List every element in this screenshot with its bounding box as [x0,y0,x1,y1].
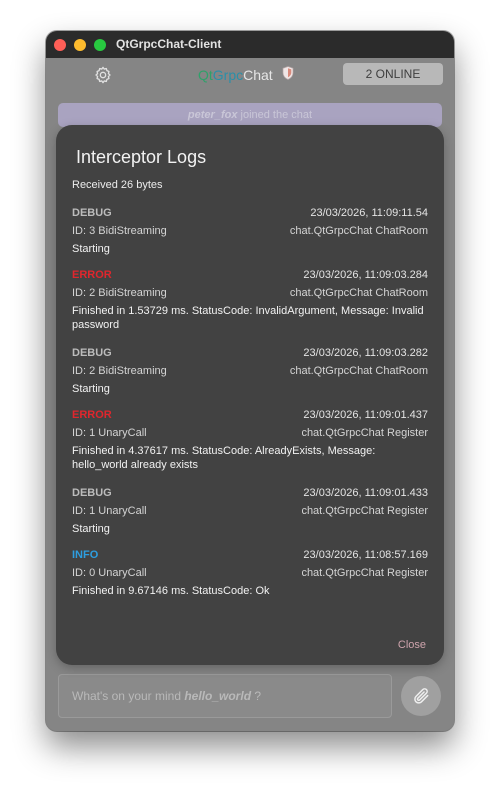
log-message: Finished in 1.53729 ms. StatusCode: Inva… [72,305,424,331]
log-level-label: INFO [72,549,99,561]
log-method: chat.QtGrpcChat Register [301,505,428,517]
log-message: Starting [72,383,110,395]
notice-user: peter_fox [187,109,238,121]
log-entry: INFO 23/03/2026, 11:08:57.169 ID: 0 UnaryC… [56,546,444,598]
log-call-id: ID: 2 BidiStreaming [72,365,167,377]
log-timestamp: 23/03/2026, 11:09:03.284 [303,269,428,281]
title-bar: QtGrpcChat-Client [46,31,454,58]
log-method: chat.QtGrpcChat ChatRoom [289,225,428,237]
log-level-label: DEBUG [72,347,112,359]
log-entry: DEBUG 23/03/2026, 11:09:11.54 ID: 3 BidiSt… [56,204,444,256]
notice-text: joined the chat [237,109,313,121]
log-method: chat.QtGrpcChat Register [301,567,428,579]
log-timestamp: 23/03/2026, 11:09:11.54 [310,207,428,219]
input-placeholder-prefix: What's on your mind [72,689,185,703]
log-partial-line: Received 26 bytes [72,179,163,191]
app-brand: QtGrpcChat [198,65,294,84]
minimize-window-button[interactable] [74,39,86,51]
log-call-id: ID: 3 BidiStreaming [72,225,167,237]
log-call-id: ID: 2 BidiStreaming [72,287,167,299]
log-method: chat.QtGrpcChat ChatRoom [289,365,428,377]
input-placeholder-user: hello_world [184,689,252,703]
dialog-title: Interceptor Logs [76,147,207,167]
join-notice: peter_fox joined the chat [58,103,442,127]
log-method: chat.QtGrpcChat ChatRoom [289,287,428,299]
paperclip-icon [414,688,429,704]
log-call-id: ID: 1 UnaryCall [72,505,147,517]
log-timestamp: 23/03/2026, 11:09:03.282 [303,347,428,359]
log-entry: ERROR 23/03/2026, 11:09:01.437 ID: 1 Unary… [56,406,444,472]
log-message: Starting [72,523,110,535]
zoom-window-button[interactable] [94,39,106,51]
log-call-id: ID: 1 UnaryCall [72,427,147,439]
brand-chat: Chat [243,67,273,83]
log-timestamp: 23/03/2026, 11:08:57.169 [303,549,428,561]
log-entry: ERROR 23/03/2026, 11:09:03.284 ID: 2 BidiS… [56,266,444,332]
log-level-label: ERROR [72,409,112,421]
close-button[interactable]: Close [398,639,426,651]
log-message: Finished in 4.37617 ms. StatusCode: Alre… [72,445,376,471]
input-placeholder-suffix: ? [251,689,262,703]
log-entry: DEBUG 23/03/2026, 11:09:03.282 ID: 2 BidiS… [56,344,444,396]
log-level-label: DEBUG [72,487,112,499]
brand-qt: Qt [198,67,213,83]
gear-icon[interactable] [93,65,113,85]
shield-icon [282,65,294,84]
log-message: Finished in 9.67146 ms. StatusCode: Ok [72,585,270,597]
online-count-button[interactable]: 2 ONLINE [343,63,443,85]
brand-grpc: Grpc [212,67,244,83]
log-level-label: DEBUG [72,207,112,219]
log-timestamp: 23/03/2026, 11:09:01.437 [303,409,428,421]
close-window-button[interactable] [54,39,66,51]
log-entry: DEBUG 23/03/2026, 11:09:01.433 ID: 1 Unary… [56,484,444,536]
window-title: QtGrpcChat-Client [116,37,222,51]
message-input[interactable]: What's on your mind hello_world ? [58,674,392,718]
interceptor-logs-dialog: Interceptor Logs Received 26 bytes DEBUG… [56,125,444,665]
log-timestamp: 23/03/2026, 11:09:01.433 [303,487,428,499]
log-call-id: ID: 0 UnaryCall [72,567,147,579]
log-level-label: ERROR [72,269,112,281]
log-message: Starting [72,243,110,255]
attach-button[interactable] [401,676,441,716]
log-method: chat.QtGrpcChat Register [301,427,428,439]
